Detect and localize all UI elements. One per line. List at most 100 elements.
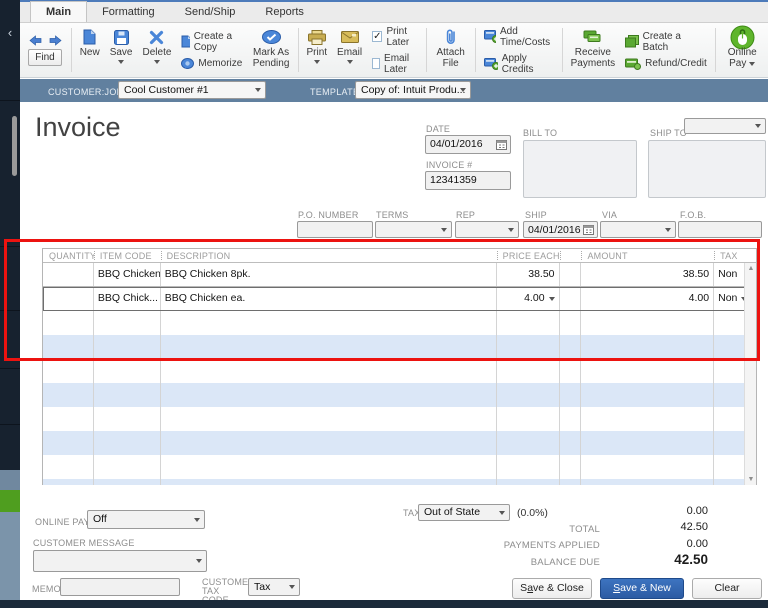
dropdown-arrow-icon	[508, 227, 514, 232]
empty-line-row[interactable]	[43, 335, 756, 359]
customer-tax-code-dropdown[interactable]: Tax	[248, 578, 300, 596]
copy-document-icon	[181, 35, 190, 48]
create-copy-button[interactable]: Create a Copy	[181, 31, 242, 53]
save-button[interactable]: Save	[105, 25, 138, 75]
ship-to-box[interactable]	[648, 140, 766, 198]
clear-button[interactable]: Clear	[692, 578, 762, 599]
find-button[interactable]: Find	[28, 48, 62, 66]
empty-line-row[interactable]	[43, 383, 756, 407]
table-scrollbar[interactable]: ▲ ▼	[744, 263, 756, 485]
bill-to-box[interactable]	[523, 140, 637, 198]
tax-dropdown[interactable]: Out of State	[418, 504, 510, 521]
payments-applied-value: 0.00	[686, 538, 708, 550]
dropdown-arrow-icon	[289, 585, 295, 589]
memo-label: MEMO	[32, 584, 61, 594]
dropdown-arrow-icon	[665, 227, 671, 232]
line-items-table: QUANTITY ITEM CODE DESCRIPTION PRICE EAC…	[42, 248, 757, 485]
tab-formatting[interactable]: Formatting	[87, 2, 170, 22]
save-new-button[interactable]: Save & New	[600, 578, 684, 599]
attach-file-button[interactable]: Attach File	[429, 25, 472, 75]
dropdown-caret-icon	[346, 60, 353, 64]
empty-line-row[interactable]	[43, 431, 756, 455]
invoice-form: Invoice DATE 04/01/2016 INVOICE # 123413…	[20, 102, 768, 605]
tab-send-ship[interactable]: Send/Ship	[170, 2, 251, 22]
column-header-item-code: ITEM CODE	[93, 249, 161, 262]
date-field[interactable]: 04/01/2016	[425, 135, 511, 154]
scroll-down-icon[interactable]: ▼	[745, 474, 757, 485]
mark-as-pending-button[interactable]: Mark As Pending	[247, 25, 294, 75]
apply-credits-icon	[483, 58, 498, 70]
column-header-quantity: QUANTITY	[49, 251, 94, 261]
collapse-sidebar-button[interactable]: ‹	[0, 20, 20, 46]
dropdown-caret-icon	[749, 62, 756, 66]
po-number-field[interactable]	[297, 221, 373, 238]
memorize-button[interactable]: Memorize	[181, 57, 242, 70]
toolbar-separator	[71, 28, 72, 72]
ship-to-dropdown[interactable]	[684, 118, 766, 134]
sidebar-section-green[interactable]	[0, 490, 20, 512]
dropdown-arrow-icon	[255, 88, 261, 92]
email-later-checkbox[interactable]: Email Later	[372, 53, 418, 75]
toolbar-separator	[425, 28, 427, 72]
customer-job-label: CUSTOMER:JOB	[48, 87, 123, 97]
payments-applied-label: PAYMENTS APPLIED	[503, 540, 600, 551]
empty-line-row[interactable]	[43, 479, 756, 485]
template-dropdown[interactable]: Copy of: Intuit Produ...	[355, 81, 471, 99]
sidebar-section[interactable]	[0, 512, 20, 600]
print-button[interactable]: Print	[301, 25, 332, 75]
toolbar-separator	[297, 28, 299, 72]
column-header-price-each: PRICE EACH	[496, 249, 560, 262]
sidebar-scrollbar-handle[interactable]	[12, 116, 17, 176]
line-item-row[interactable]: BBQ Chicken ... BBQ Chicken 8pk. 38.50 3…	[43, 263, 756, 287]
invoice-number-label: INVOICE #	[426, 160, 473, 170]
dropdown-arrow-icon	[194, 517, 200, 522]
refund-credit-button[interactable]: Refund/Credit	[625, 58, 707, 70]
column-header-amount: AMOUNT	[581, 249, 714, 262]
chevron-left-icon: ‹	[7, 25, 13, 40]
new-document-icon	[83, 29, 96, 45]
calendar-icon[interactable]	[583, 224, 594, 235]
empty-line-row[interactable]	[43, 359, 756, 383]
sidebar-divider	[0, 246, 20, 247]
back-arrow-icon[interactable]	[28, 34, 42, 46]
invoice-number-field[interactable]: 12341359	[425, 171, 511, 190]
online-pay-button[interactable]: Online Pay	[719, 25, 766, 75]
online-pay-dropdown[interactable]: Off	[87, 510, 205, 529]
bill-to-label: BILL TO	[523, 128, 558, 138]
customer-job-dropdown[interactable]: Cool Customer #1	[118, 81, 266, 99]
terms-dropdown[interactable]	[375, 221, 452, 238]
add-time-costs-button[interactable]: Add Time/Costs	[483, 26, 554, 48]
dropdown-caret-icon	[313, 60, 320, 64]
column-header-gap	[559, 249, 582, 262]
via-dropdown[interactable]	[600, 221, 676, 238]
line-item-row-selected[interactable]: BBQ Chick... BBQ Chicken ea. 4.00 4.00 N…	[43, 287, 756, 311]
fob-field[interactable]	[678, 221, 762, 238]
ship-date-field[interactable]: 04/01/2016	[523, 221, 598, 238]
rep-dropdown[interactable]	[455, 221, 519, 238]
email-button[interactable]: Email	[332, 25, 367, 75]
delete-button[interactable]: Delete	[138, 25, 177, 75]
empty-line-row[interactable]	[43, 311, 756, 335]
tab-reports[interactable]: Reports	[250, 2, 319, 22]
scroll-up-icon[interactable]: ▲	[745, 263, 757, 274]
calendar-icon[interactable]	[496, 139, 507, 150]
bottom-status-bar	[0, 600, 768, 608]
forward-arrow-icon[interactable]	[49, 34, 62, 46]
new-button[interactable]: New	[75, 25, 105, 75]
po-number-label: P.O. NUMBER	[298, 210, 359, 220]
tab-main[interactable]: Main	[30, 1, 88, 22]
save-disk-icon	[113, 29, 129, 45]
receive-payments-button[interactable]: Receive Payments	[566, 25, 620, 75]
memo-field[interactable]	[60, 578, 180, 596]
print-later-checkbox[interactable]: ✓ Print Later	[372, 26, 418, 48]
paperclip-icon	[446, 29, 455, 44]
customer-message-dropdown[interactable]	[33, 550, 207, 572]
apply-credits-button[interactable]: Apply Credits	[483, 53, 554, 75]
create-batch-button[interactable]: Create a Batch	[625, 31, 707, 53]
tax-amount: 0.00	[686, 505, 708, 517]
dropdown-arrow-icon[interactable]	[548, 296, 555, 301]
save-close-button[interactable]: Save & Close	[512, 578, 592, 599]
empty-line-row[interactable]	[43, 407, 756, 431]
empty-line-row[interactable]	[43, 455, 756, 479]
sidebar-section[interactable]	[0, 470, 20, 490]
